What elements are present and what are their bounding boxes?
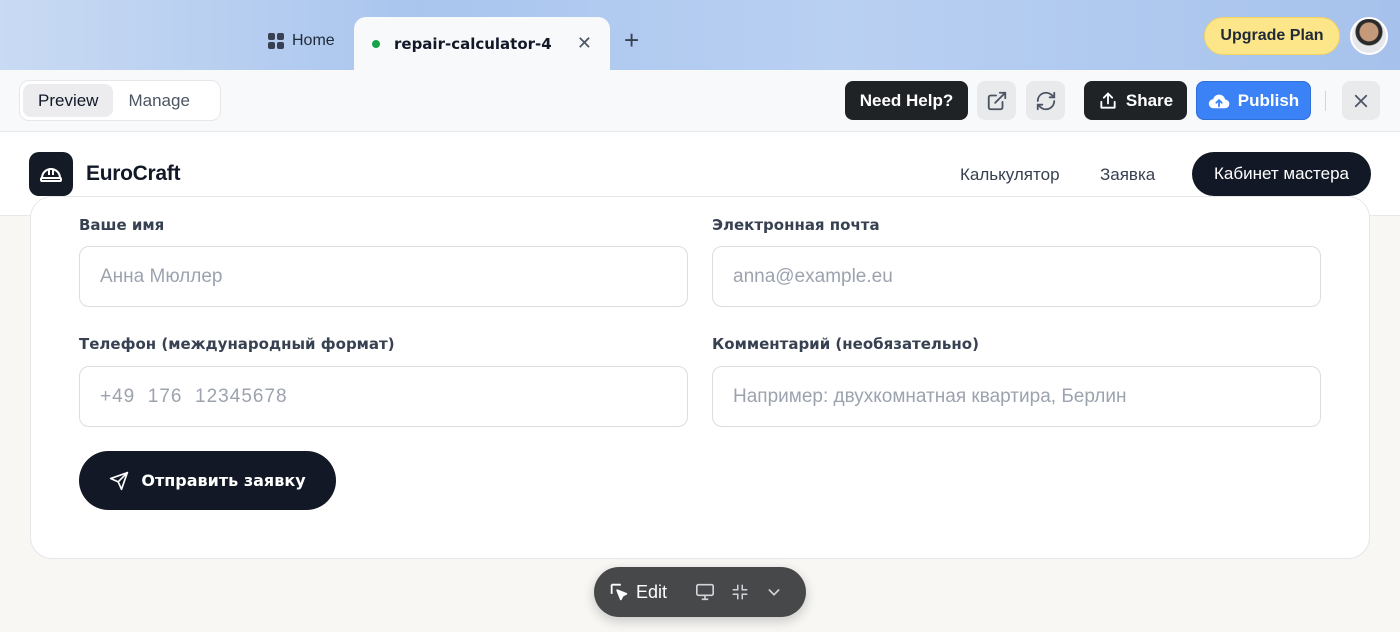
close-preview-button[interactable] bbox=[1342, 81, 1380, 120]
share-upload-icon bbox=[1100, 92, 1116, 109]
app-toolbar: Preview Manage Need Help? Share Publish bbox=[0, 70, 1400, 132]
avatar[interactable] bbox=[1350, 17, 1388, 55]
submit-request-button[interactable]: Отправить заявку bbox=[79, 451, 336, 510]
publish-button[interactable]: Publish bbox=[1196, 81, 1311, 120]
chevron-down-icon bbox=[768, 589, 780, 596]
publish-label: Publish bbox=[1237, 90, 1300, 110]
name-input[interactable] bbox=[79, 246, 688, 307]
cloud-upload-icon bbox=[1208, 94, 1230, 108]
expand-menu-button[interactable] bbox=[757, 577, 792, 607]
need-help-button[interactable]: Need Help? bbox=[845, 81, 968, 120]
nav-request[interactable]: Заявка bbox=[1100, 165, 1155, 185]
monitor-icon bbox=[695, 583, 714, 601]
minimize-button[interactable] bbox=[722, 577, 757, 607]
refresh-button[interactable] bbox=[1026, 81, 1065, 120]
email-input[interactable] bbox=[712, 246, 1321, 307]
share-button[interactable]: Share bbox=[1084, 81, 1187, 120]
master-cabinet-button[interactable]: Кабинет мастера bbox=[1192, 152, 1371, 196]
tab-active-label: repair-calculator-4 bbox=[394, 34, 552, 53]
nav-calculator[interactable]: Калькулятор bbox=[960, 165, 1060, 185]
phone-label: Телефон (международный формат) bbox=[79, 335, 395, 353]
browser-tab-strip: Home repair-calculator-4 ✕ + Upgrade Pla… bbox=[0, 0, 1400, 70]
brand-name: EuroCraft bbox=[86, 162, 181, 185]
new-tab-plus-icon[interactable]: + bbox=[624, 27, 639, 53]
live-status-dot bbox=[372, 39, 380, 48]
name-label: Ваше имя bbox=[79, 216, 165, 234]
tab-home-label: Home bbox=[292, 32, 335, 49]
segment-manage[interactable]: Manage bbox=[113, 84, 204, 117]
submit-label: Отправить заявку bbox=[141, 471, 306, 490]
close-icon bbox=[1354, 94, 1368, 107]
edit-button[interactable]: Edit bbox=[608, 581, 667, 603]
open-external-button[interactable] bbox=[977, 81, 1016, 120]
tab-home[interactable]: Home bbox=[268, 30, 335, 52]
floating-edit-bar: Edit bbox=[594, 567, 806, 617]
segment-preview[interactable]: Preview bbox=[23, 84, 114, 117]
cursor-select-icon bbox=[610, 583, 628, 601]
comment-input[interactable] bbox=[712, 366, 1321, 427]
logo[interactable] bbox=[29, 152, 73, 196]
comment-label: Комментарий (необязательно) bbox=[712, 335, 979, 353]
upgrade-plan-button[interactable]: Upgrade Plan bbox=[1204, 17, 1340, 55]
collapse-icon bbox=[732, 584, 747, 600]
grid-icon bbox=[268, 33, 284, 49]
email-label: Электронная почта bbox=[712, 216, 880, 234]
share-label: Share bbox=[1125, 90, 1174, 110]
hard-hat-icon bbox=[40, 168, 62, 182]
toolbar-divider bbox=[1325, 91, 1326, 111]
tab-repair-calculator[interactable]: repair-calculator-4 ✕ bbox=[354, 17, 610, 70]
edit-label: Edit bbox=[636, 581, 668, 602]
refresh-icon bbox=[1036, 91, 1055, 110]
view-mode-segmented-control: Preview Manage bbox=[19, 80, 221, 121]
desktop-view-button[interactable] bbox=[687, 577, 722, 607]
close-tab-icon[interactable]: ✕ bbox=[577, 33, 592, 54]
external-link-icon bbox=[987, 91, 1006, 110]
phone-input[interactable] bbox=[79, 366, 688, 427]
send-icon bbox=[110, 471, 129, 490]
